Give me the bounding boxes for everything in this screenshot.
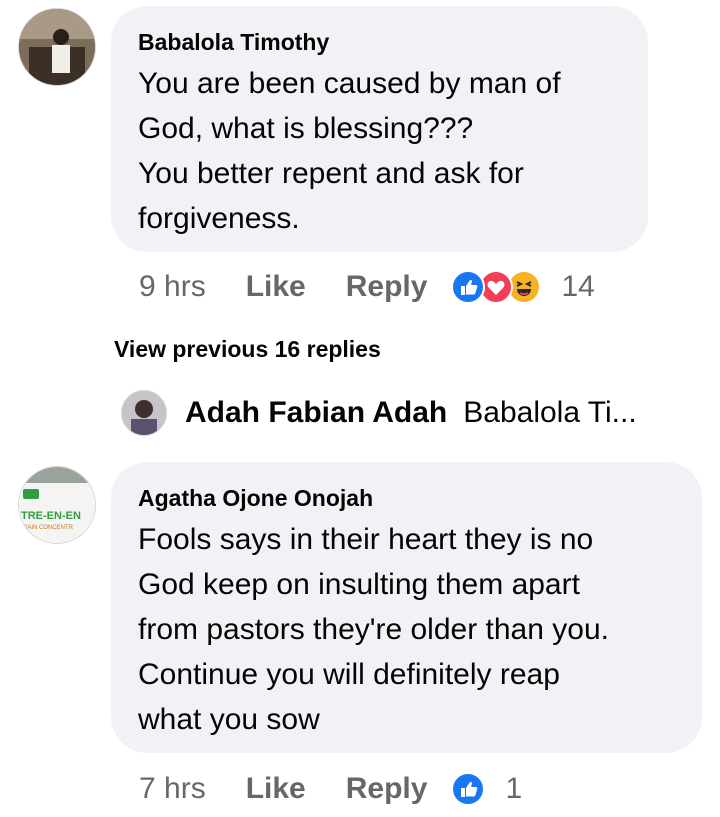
reactions-summary[interactable] (451, 772, 486, 806)
comment-bubble: Babalola Timothy You are been caused by … (111, 6, 648, 252)
comment-text-line: God, what is blessing??? (138, 112, 474, 145)
like-button[interactable]: Like (246, 270, 306, 304)
avatar-brand-text: TRE-EN-EN (21, 510, 81, 522)
comment-author[interactable]: Babalola Timothy (138, 28, 620, 56)
comment-actions: 7 hrs Like Reply 1 (139, 772, 522, 806)
reactions-summary[interactable] (451, 270, 542, 304)
comment-actions: 9 hrs Like Reply 14 (139, 270, 595, 304)
comment-bubble: Agatha Ojone Onojah Fools says in their … (111, 462, 702, 753)
like-reaction-icon (451, 270, 486, 304)
like-button[interactable]: Like (246, 772, 306, 806)
avatar-agatha-ojone-onojah[interactable]: TRE-EN-EN RAIN CONCENTR (18, 466, 96, 544)
comment-text-line: Continue you will definitely reap (138, 658, 560, 691)
comment-timestamp[interactable]: 9 hrs (139, 270, 206, 304)
avatar-photo-icon: TRE-EN-EN RAIN CONCENTR (19, 467, 95, 543)
comment-text-line: what you sow (138, 703, 320, 736)
like-reaction-icon (451, 772, 486, 806)
avatar-photo-icon (122, 391, 166, 435)
reaction-count[interactable]: 1 (505, 772, 522, 806)
comment-text-line: You better repent and ask for (138, 157, 524, 190)
reply-author[interactable]: Adah Fabian Adah (185, 396, 447, 430)
comment-text-line: Fools says in their heart they is no (138, 523, 594, 556)
comment-author[interactable]: Agatha Ojone Onojah (138, 484, 674, 512)
avatar-babalola-timothy[interactable] (18, 8, 96, 86)
reply-button[interactable]: Reply (346, 772, 428, 806)
comment-text-line: from pastors they're older than you. (138, 613, 609, 646)
avatar-photo-icon (19, 9, 95, 85)
reply-text-preview: Babalola Ti... (463, 396, 637, 429)
comment-text-line: forgiveness. (138, 202, 300, 235)
reaction-count[interactable]: 14 (561, 270, 594, 304)
reply-preview[interactable]: Adah Fabian Adah Babalola Ti... (121, 390, 637, 436)
view-previous-replies-link[interactable]: View previous 16 replies (114, 336, 381, 363)
comment-timestamp[interactable]: 7 hrs (139, 772, 206, 806)
avatar-adah-fabian-adah[interactable] (121, 390, 167, 436)
reply-button[interactable]: Reply (346, 270, 428, 304)
avatar-brand-subtext: RAIN CONCENTR (23, 525, 74, 531)
comment-text-line: You are been caused by man of (138, 67, 561, 100)
comment-text-line: God keep on insulting them apart (138, 568, 580, 601)
